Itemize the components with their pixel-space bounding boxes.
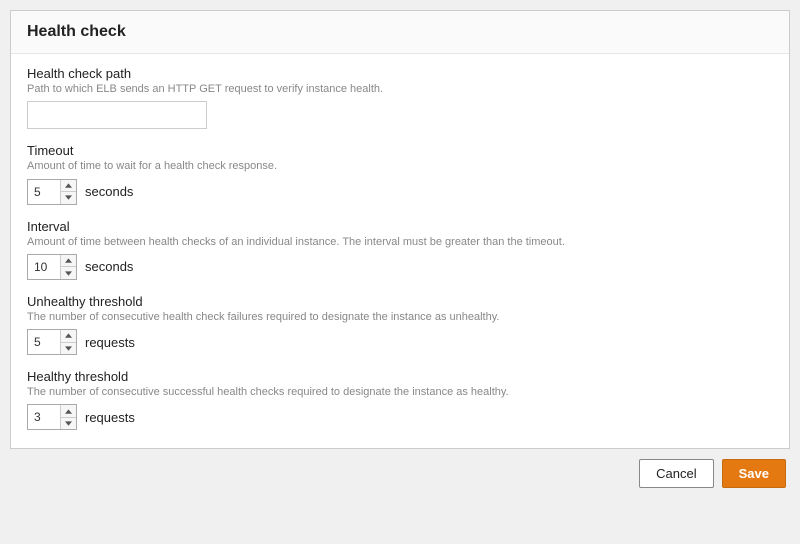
path-label: Health check path (27, 66, 773, 81)
healthy-input[interactable] (28, 405, 60, 429)
cancel-button[interactable]: Cancel (639, 459, 713, 488)
field-health-check-path: Health check path Path to which ELB send… (27, 66, 773, 129)
timeout-unit: seconds (85, 184, 133, 199)
timeout-step-up[interactable] (61, 180, 76, 193)
unhealthy-help: The number of consecutive health check f… (27, 310, 773, 324)
chevron-up-icon (65, 409, 72, 414)
button-row: Cancel Save (10, 449, 790, 492)
chevron-down-icon (65, 421, 72, 426)
timeout-step-down[interactable] (61, 192, 76, 204)
panel-header: Health check (11, 11, 789, 54)
interval-help: Amount of time between health checks of … (27, 235, 773, 249)
healthy-unit: requests (85, 410, 135, 425)
chevron-down-icon (65, 271, 72, 276)
unhealthy-label: Unhealthy threshold (27, 294, 773, 309)
field-interval: Interval Amount of time between health c… (27, 219, 773, 280)
chevron-down-icon (65, 195, 72, 200)
path-input[interactable] (27, 101, 207, 129)
healthy-help: The number of consecutive successful hea… (27, 385, 773, 399)
healthy-step-up[interactable] (61, 405, 76, 418)
interval-label: Interval (27, 219, 773, 234)
panel-body: Health check path Path to which ELB send… (11, 54, 789, 448)
unhealthy-stepper (27, 329, 77, 355)
field-healthy-threshold: Healthy threshold The number of consecut… (27, 369, 773, 430)
chevron-up-icon (65, 258, 72, 263)
healthy-row: requests (27, 404, 773, 430)
unhealthy-unit: requests (85, 335, 135, 350)
unhealthy-row: requests (27, 329, 773, 355)
save-button[interactable]: Save (722, 459, 786, 488)
unhealthy-stepper-buttons (60, 330, 76, 354)
healthy-step-down[interactable] (61, 418, 76, 430)
timeout-stepper-buttons (60, 180, 76, 204)
interval-row: seconds (27, 254, 773, 280)
interval-step-down[interactable] (61, 267, 76, 279)
interval-stepper (27, 254, 77, 280)
interval-input[interactable] (28, 255, 60, 279)
unhealthy-step-down[interactable] (61, 343, 76, 355)
timeout-row: seconds (27, 179, 773, 205)
chevron-up-icon (65, 183, 72, 188)
chevron-up-icon (65, 333, 72, 338)
chevron-down-icon (65, 346, 72, 351)
timeout-stepper (27, 179, 77, 205)
field-timeout: Timeout Amount of time to wait for a hea… (27, 143, 773, 204)
interval-unit: seconds (85, 259, 133, 274)
panel-title: Health check (27, 23, 773, 41)
timeout-label: Timeout (27, 143, 773, 158)
healthy-stepper-buttons (60, 405, 76, 429)
unhealthy-step-up[interactable] (61, 330, 76, 343)
timeout-help: Amount of time to wait for a health chec… (27, 159, 773, 173)
interval-stepper-buttons (60, 255, 76, 279)
healthy-stepper (27, 404, 77, 430)
health-check-panel: Health check Health check path Path to w… (10, 10, 790, 449)
timeout-input[interactable] (28, 180, 60, 204)
unhealthy-input[interactable] (28, 330, 60, 354)
path-help: Path to which ELB sends an HTTP GET requ… (27, 82, 773, 96)
field-unhealthy-threshold: Unhealthy threshold The number of consec… (27, 294, 773, 355)
interval-step-up[interactable] (61, 255, 76, 268)
healthy-label: Healthy threshold (27, 369, 773, 384)
